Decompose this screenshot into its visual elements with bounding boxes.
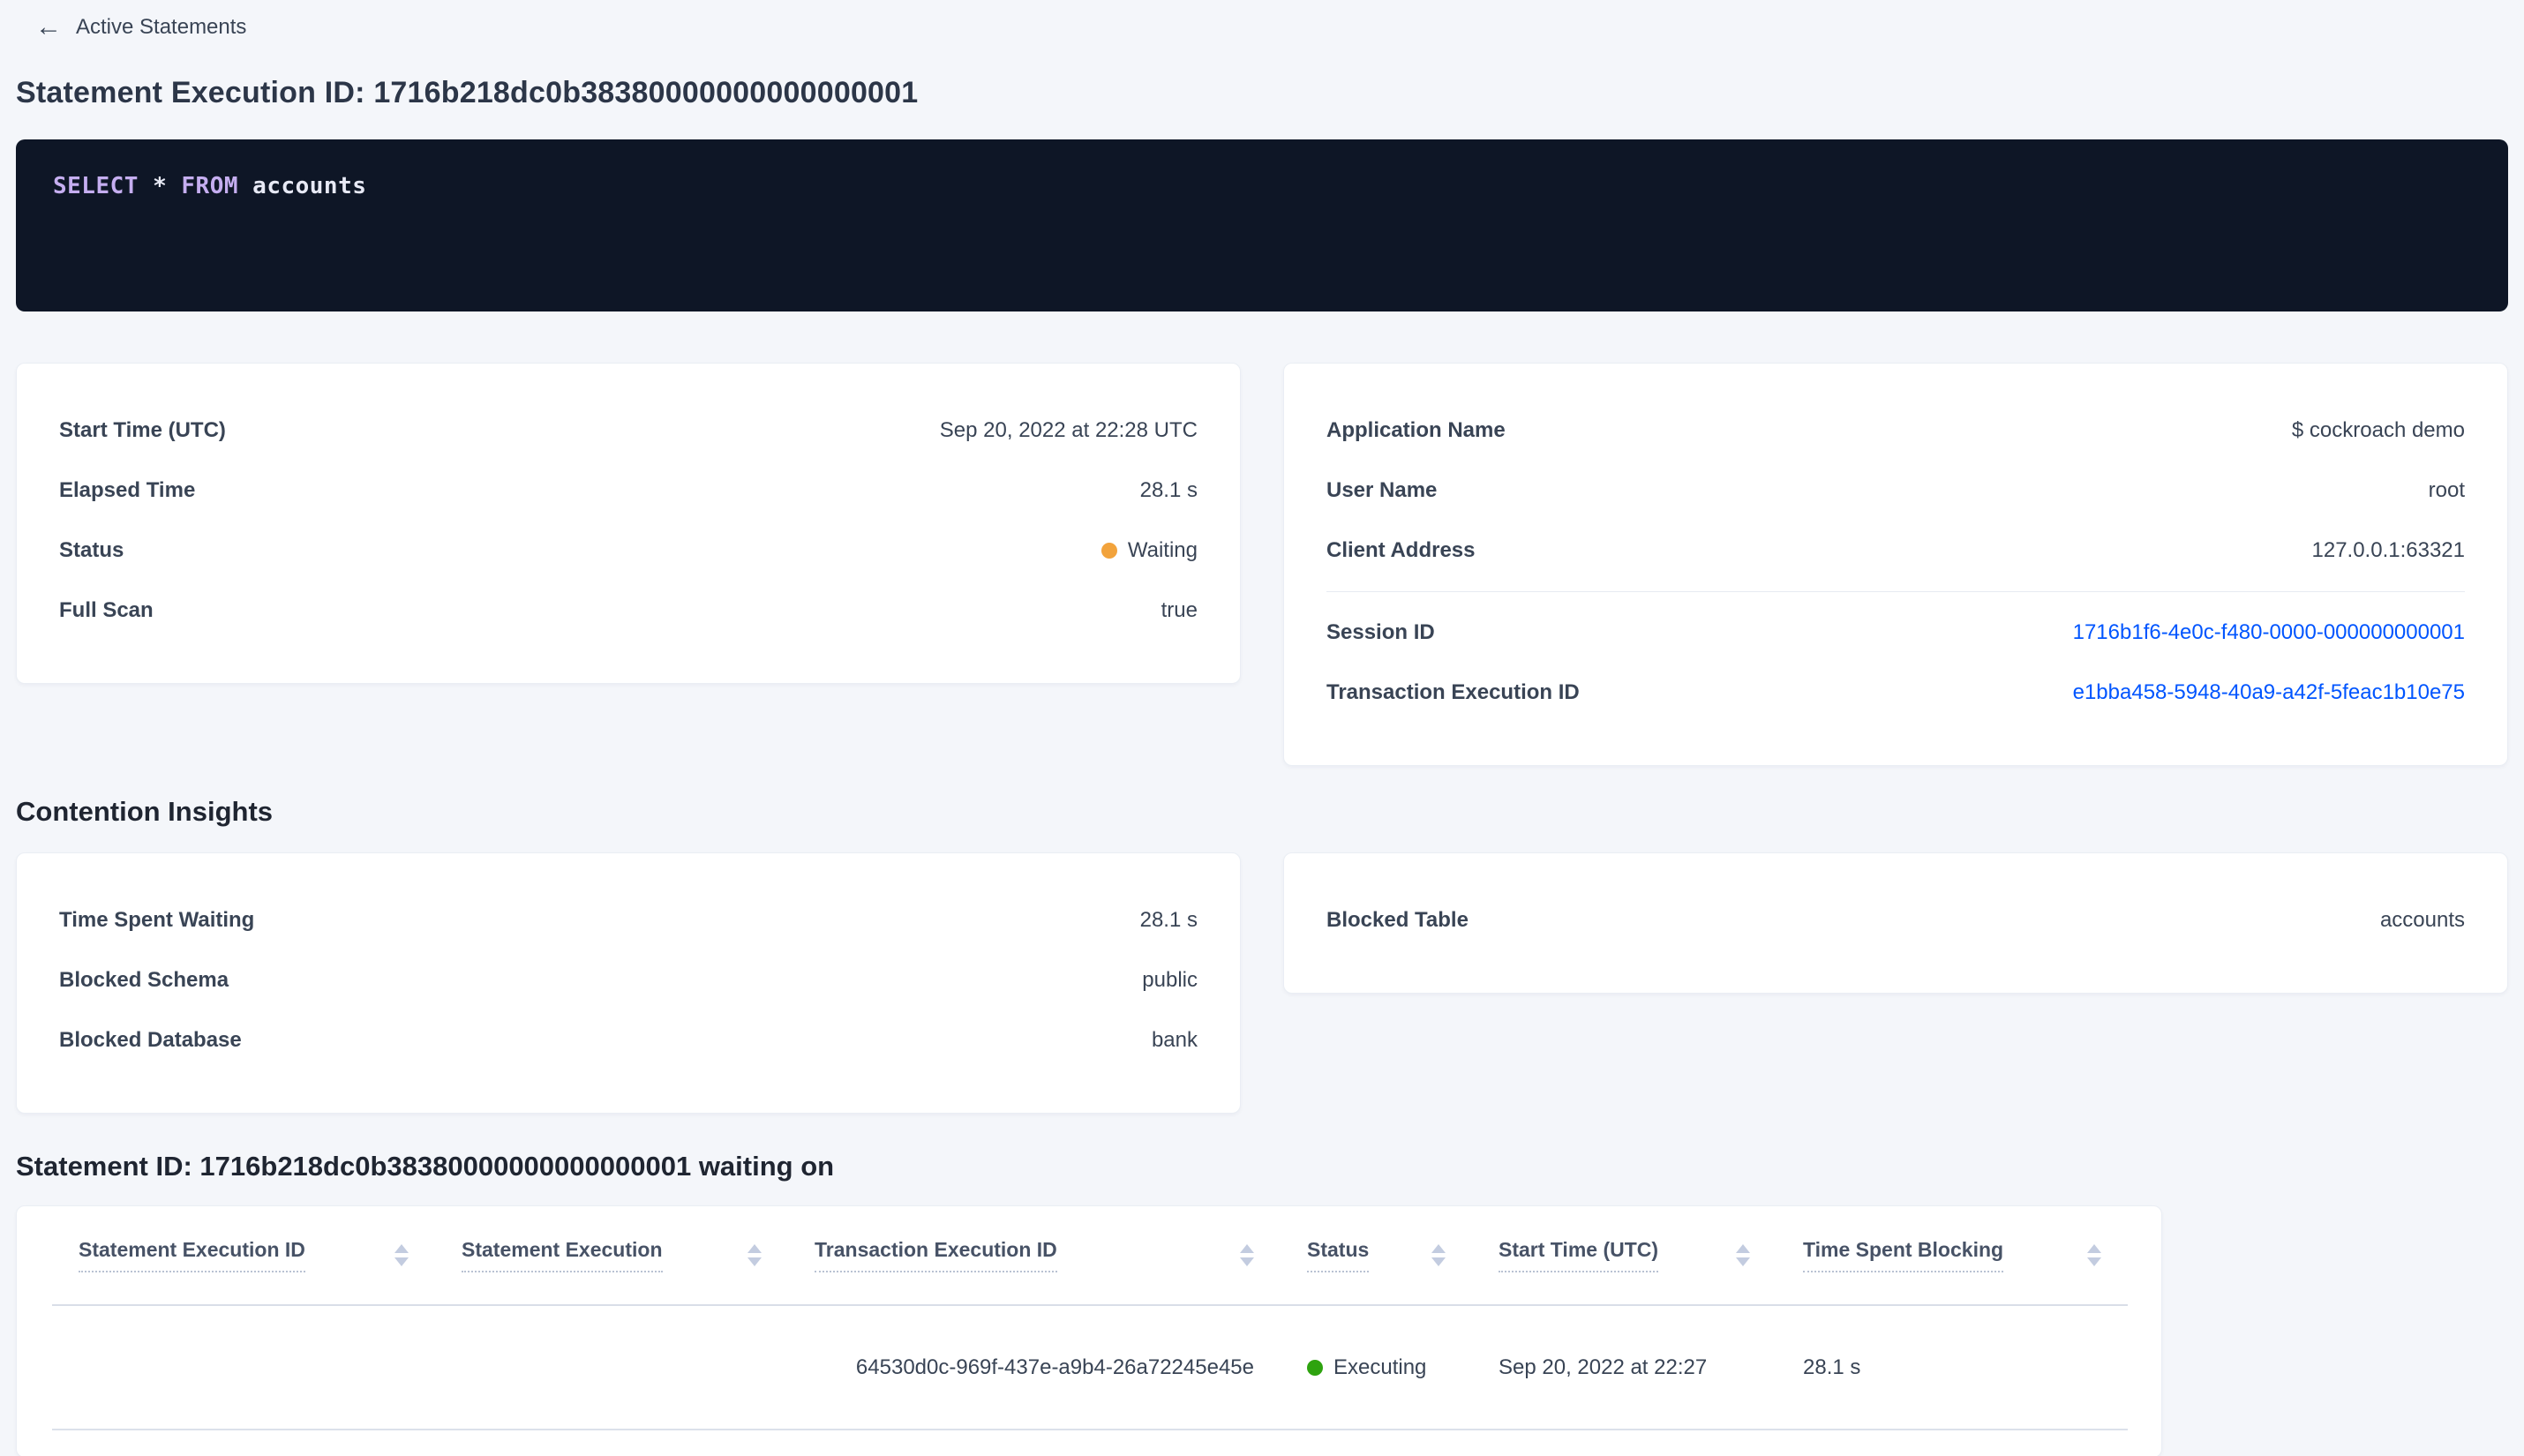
cell-status-text: Executing [1333,1355,1427,1379]
column-label: Transaction Execution ID [815,1238,1057,1272]
session-id-label: Session ID [1326,620,1435,644]
blocked-database-label: Blocked Database [59,1028,242,1052]
transaction-execution-id-row: Transaction Execution ID e1bba458-5948-4… [1326,663,2465,723]
session-id-row: Session ID 1716b1f6-4e0c-f480-0000-00000… [1326,603,2465,663]
column-label: Status [1307,1238,1370,1272]
application-name-row: Application Name $ cockroach demo [1326,401,2465,461]
blocked-database-value: bank [1151,1028,1198,1052]
column-label: Statement Execution [462,1238,663,1272]
column-label: Start Time (UTC) [1499,1238,1659,1272]
sort-icon [1240,1244,1254,1266]
sql-plain-table: accounts [238,173,367,199]
full-scan-value: true [1161,598,1198,622]
sort-icon [394,1244,409,1266]
status-value: Waiting [1100,538,1198,563]
waiting-on-heading: Statement ID: 1716b218dc0b38380000000000… [16,1151,835,1182]
contention-cards-row: Time Spent Waiting 28.1 s Blocked Schema… [16,852,2508,1114]
sort-icon [2087,1244,2101,1266]
start-time-value: Sep 20, 2022 at 22:28 UTC [939,418,1198,442]
blocked-schema-label: Blocked Schema [59,968,229,992]
sort-icon [1431,1244,1446,1266]
back-link-active-statements[interactable]: Active Statements [76,15,246,40]
client-address-value: 127.0.0.1:63321 [2311,538,2466,562]
client-address-row: Client Address 127.0.0.1:63321 [1326,521,2465,581]
application-name-value: $ cockroach demo [2291,418,2465,442]
column-header-start-time[interactable]: Start Time (UTC) [1472,1206,1777,1306]
card-divider [1326,591,2465,592]
sql-keyword-from: FROM [181,173,239,199]
cell-statement-execution-id [52,1305,435,1430]
column-header-statement-execution-id[interactable]: Statement Execution ID [52,1206,435,1306]
back-arrow-icon[interactable]: ← [35,14,62,41]
statement-execution-details-page: ← Active Statements Statement Execution … [0,0,2524,1456]
blocked-table-row: Blocked Table accounts [1326,890,2465,950]
status-waiting-dot-icon [1100,543,1117,559]
column-header-time-spent-blocking[interactable]: Time Spent Blocking [1777,1206,2128,1306]
transaction-execution-id-label: Transaction Execution ID [1326,680,1580,704]
sql-statement-text: SELECT * FROM accounts [53,173,366,199]
cell-statement-execution [435,1305,788,1430]
blocked-table-label: Blocked Table [1326,908,1469,932]
status-executing-dot-icon [1307,1359,1323,1376]
cell-time-spent-blocking: 28.1 s [1777,1305,2128,1430]
transaction-execution-id-link[interactable]: e1bba458-5948-40a9-a42f-5feac1b10e75 [2073,680,2465,705]
blocked-schema-value: public [1142,968,1198,992]
sql-plain-star: * [138,173,182,199]
blocked-database-row: Blocked Database bank [59,1010,1198,1070]
table-header-row: Statement Execution ID Statement Executi… [52,1206,2128,1306]
blocked-table-card: Blocked Table accounts [1283,852,2508,994]
column-header-status[interactable]: Status [1281,1206,1472,1306]
full-scan-label: Full Scan [59,598,154,622]
user-name-label: User Name [1326,478,1438,502]
time-spent-waiting-row: Time Spent Waiting 28.1 s [59,890,1198,950]
contention-waiting-card: Time Spent Waiting 28.1 s Blocked Schema… [16,852,1241,1114]
details-cards-row: Start Time (UTC) Sep 20, 2022 at 22:28 U… [16,363,2508,766]
elapsed-time-value: 28.1 s [1139,478,1198,502]
elapsed-time-label: Elapsed Time [59,478,196,502]
waiting-statements-table-card: Statement Execution ID Statement Executi… [16,1205,2162,1456]
sql-keyword-select: SELECT [53,173,139,199]
column-header-statement-execution[interactable]: Statement Execution [435,1206,788,1306]
sql-statement-box: SELECT * FROM accounts [16,139,2508,311]
sort-icon [747,1244,762,1266]
user-name-row: User Name root [1326,461,2465,521]
cell-start-time: Sep 20, 2022 at 22:27 [1472,1305,1777,1430]
execution-details-card: Start Time (UTC) Sep 20, 2022 at 22:28 U… [16,363,1241,684]
sort-icon [1736,1244,1750,1266]
session-details-card: Application Name $ cockroach demo User N… [1283,363,2508,766]
client-address-label: Client Address [1326,538,1476,562]
breadcrumb: ← Active Statements [35,14,2508,41]
blocked-table-value: accounts [2379,908,2465,932]
elapsed-time-row: Elapsed Time 28.1 s [59,461,1198,521]
status-row: Status Waiting [59,521,1198,581]
column-header-transaction-execution-id[interactable]: Transaction Execution ID [788,1206,1281,1306]
session-id-value: 1716b1f6-4e0c-f480-0000-000000000001 [2073,620,2465,645]
status-value-text: Waiting [1127,538,1198,562]
column-label: Statement Execution ID [79,1238,305,1272]
session-id-link[interactable]: 1716b1f6-4e0c-f480-0000-000000000001 [2073,620,2465,645]
status-label: Status [59,538,124,562]
application-name-label: Application Name [1326,418,1506,442]
time-spent-waiting-label: Time Spent Waiting [59,908,255,932]
transaction-execution-id-value: e1bba458-5948-40a9-a42f-5feac1b10e75 [2073,680,2465,705]
cell-transaction-execution-id: 64530d0c-969f-437e-a9b4-26a72245e45e [788,1305,1281,1430]
start-time-row: Start Time (UTC) Sep 20, 2022 at 22:28 U… [59,401,1198,461]
table-row: 64530d0c-969f-437e-a9b4-26a72245e45e Exe… [52,1305,2128,1430]
waiting-statements-table: Statement Execution ID Statement Executi… [52,1206,2128,1430]
page-title: Statement Execution ID: 1716b218dc0b3838… [16,76,919,109]
full-scan-row: Full Scan true [59,581,1198,641]
user-name-value: root [2428,478,2465,502]
start-time-label: Start Time (UTC) [59,418,226,442]
cell-status: Executing [1281,1305,1472,1430]
blocked-schema-row: Blocked Schema public [59,950,1198,1010]
column-label: Time Spent Blocking [1803,1238,2004,1272]
contention-insights-heading: Contention Insights [16,796,274,827]
time-spent-waiting-value: 28.1 s [1139,908,1198,932]
